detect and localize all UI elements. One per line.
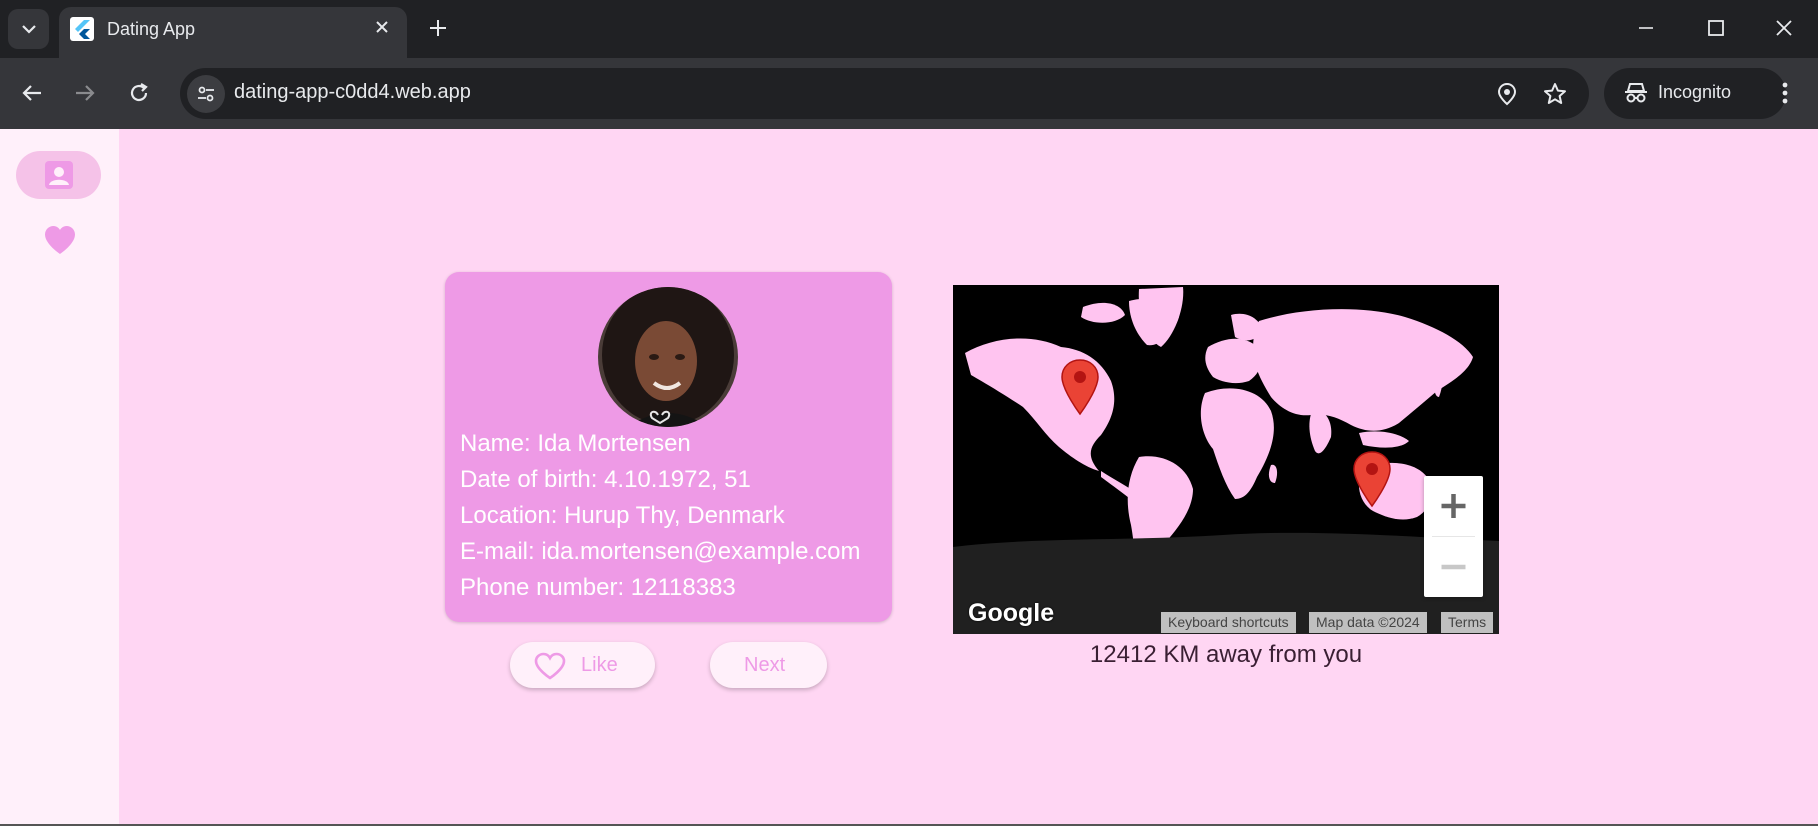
profile-name: Name: Ida Mortensen bbox=[460, 430, 691, 457]
browser-tab-strip: Dating App bbox=[0, 0, 1818, 58]
location-pin-icon[interactable] bbox=[1494, 81, 1520, 107]
flutter-favicon-icon bbox=[70, 17, 94, 41]
google-map[interactable]: Google Keyboard shortcuts Map data ©2024… bbox=[953, 285, 1499, 634]
back-arrow-icon[interactable] bbox=[17, 78, 47, 108]
profile-dob: Date of birth: 4.10.1972, 51 bbox=[460, 466, 751, 493]
tab-search-button[interactable] bbox=[8, 9, 49, 49]
incognito-label: Incognito bbox=[1658, 82, 1732, 102]
google-logo: Google bbox=[968, 599, 1055, 627]
distance-text: 12412 KM away from you bbox=[1089, 641, 1363, 668]
chevron-down-icon bbox=[21, 24, 36, 34]
maximize-icon[interactable] bbox=[1704, 16, 1728, 40]
nav-profile-button[interactable] bbox=[16, 151, 101, 199]
zoom-out-minus-icon[interactable] bbox=[1424, 537, 1483, 597]
navigation-rail bbox=[0, 129, 119, 826]
profile-email: E-mail: ida.mortensen@example.com bbox=[460, 538, 861, 565]
nav-favorites-button[interactable] bbox=[44, 224, 76, 256]
more-vert-icon[interactable] bbox=[1770, 78, 1800, 108]
zoom-in-plus-icon[interactable] bbox=[1424, 476, 1483, 536]
map-data-label: Map data ©2024 bbox=[1309, 612, 1427, 633]
browser-toolbar: dating-app-c0dd4.web.app Incognito bbox=[0, 58, 1818, 129]
forward-arrow-icon[interactable] bbox=[70, 78, 100, 108]
like-label: Like bbox=[581, 654, 618, 676]
reload-icon[interactable] bbox=[124, 78, 154, 108]
tab-title: Dating App bbox=[107, 19, 196, 39]
next-button[interactable]: Next bbox=[710, 642, 827, 688]
zoom-control bbox=[1424, 476, 1483, 597]
world-map-land bbox=[953, 287, 1499, 634]
keyboard-shortcuts-link[interactable]: Keyboard shortcuts bbox=[1161, 612, 1296, 633]
incognito-icon bbox=[1625, 83, 1647, 103]
bookmark-star-icon[interactable] bbox=[1542, 81, 1568, 107]
profile-photo bbox=[598, 287, 738, 427]
window-close-icon[interactable] bbox=[1772, 16, 1796, 40]
profile-phone: Phone number: 12118383 bbox=[460, 574, 736, 601]
browser-tab[interactable]: Dating App bbox=[59, 7, 407, 58]
profile-card: Name: Ida Mortensen Date of birth: 4.10.… bbox=[445, 272, 892, 622]
map-marker-icon[interactable] bbox=[1352, 450, 1392, 508]
address-bar[interactable]: dating-app-c0dd4.web.app bbox=[180, 68, 1589, 119]
terms-link[interactable]: Terms bbox=[1441, 612, 1494, 633]
heart-icon bbox=[45, 226, 75, 254]
person-badge-icon bbox=[44, 161, 73, 189]
like-button[interactable]: Like bbox=[510, 642, 655, 688]
profile-location: Location: Hurup Thy, Denmark bbox=[460, 502, 785, 529]
heart-outline-icon bbox=[534, 652, 566, 680]
new-tab-plus-icon[interactable] bbox=[426, 16, 450, 40]
url-text[interactable]: dating-app-c0dd4.web.app bbox=[234, 81, 471, 104]
site-info-tune-icon[interactable] bbox=[187, 75, 225, 113]
tab-close-icon[interactable] bbox=[372, 17, 392, 37]
incognito-indicator[interactable]: Incognito bbox=[1604, 68, 1786, 119]
next-label: Next bbox=[744, 654, 786, 676]
minimize-icon[interactable] bbox=[1634, 16, 1658, 40]
map-marker-icon[interactable] bbox=[1060, 358, 1100, 416]
